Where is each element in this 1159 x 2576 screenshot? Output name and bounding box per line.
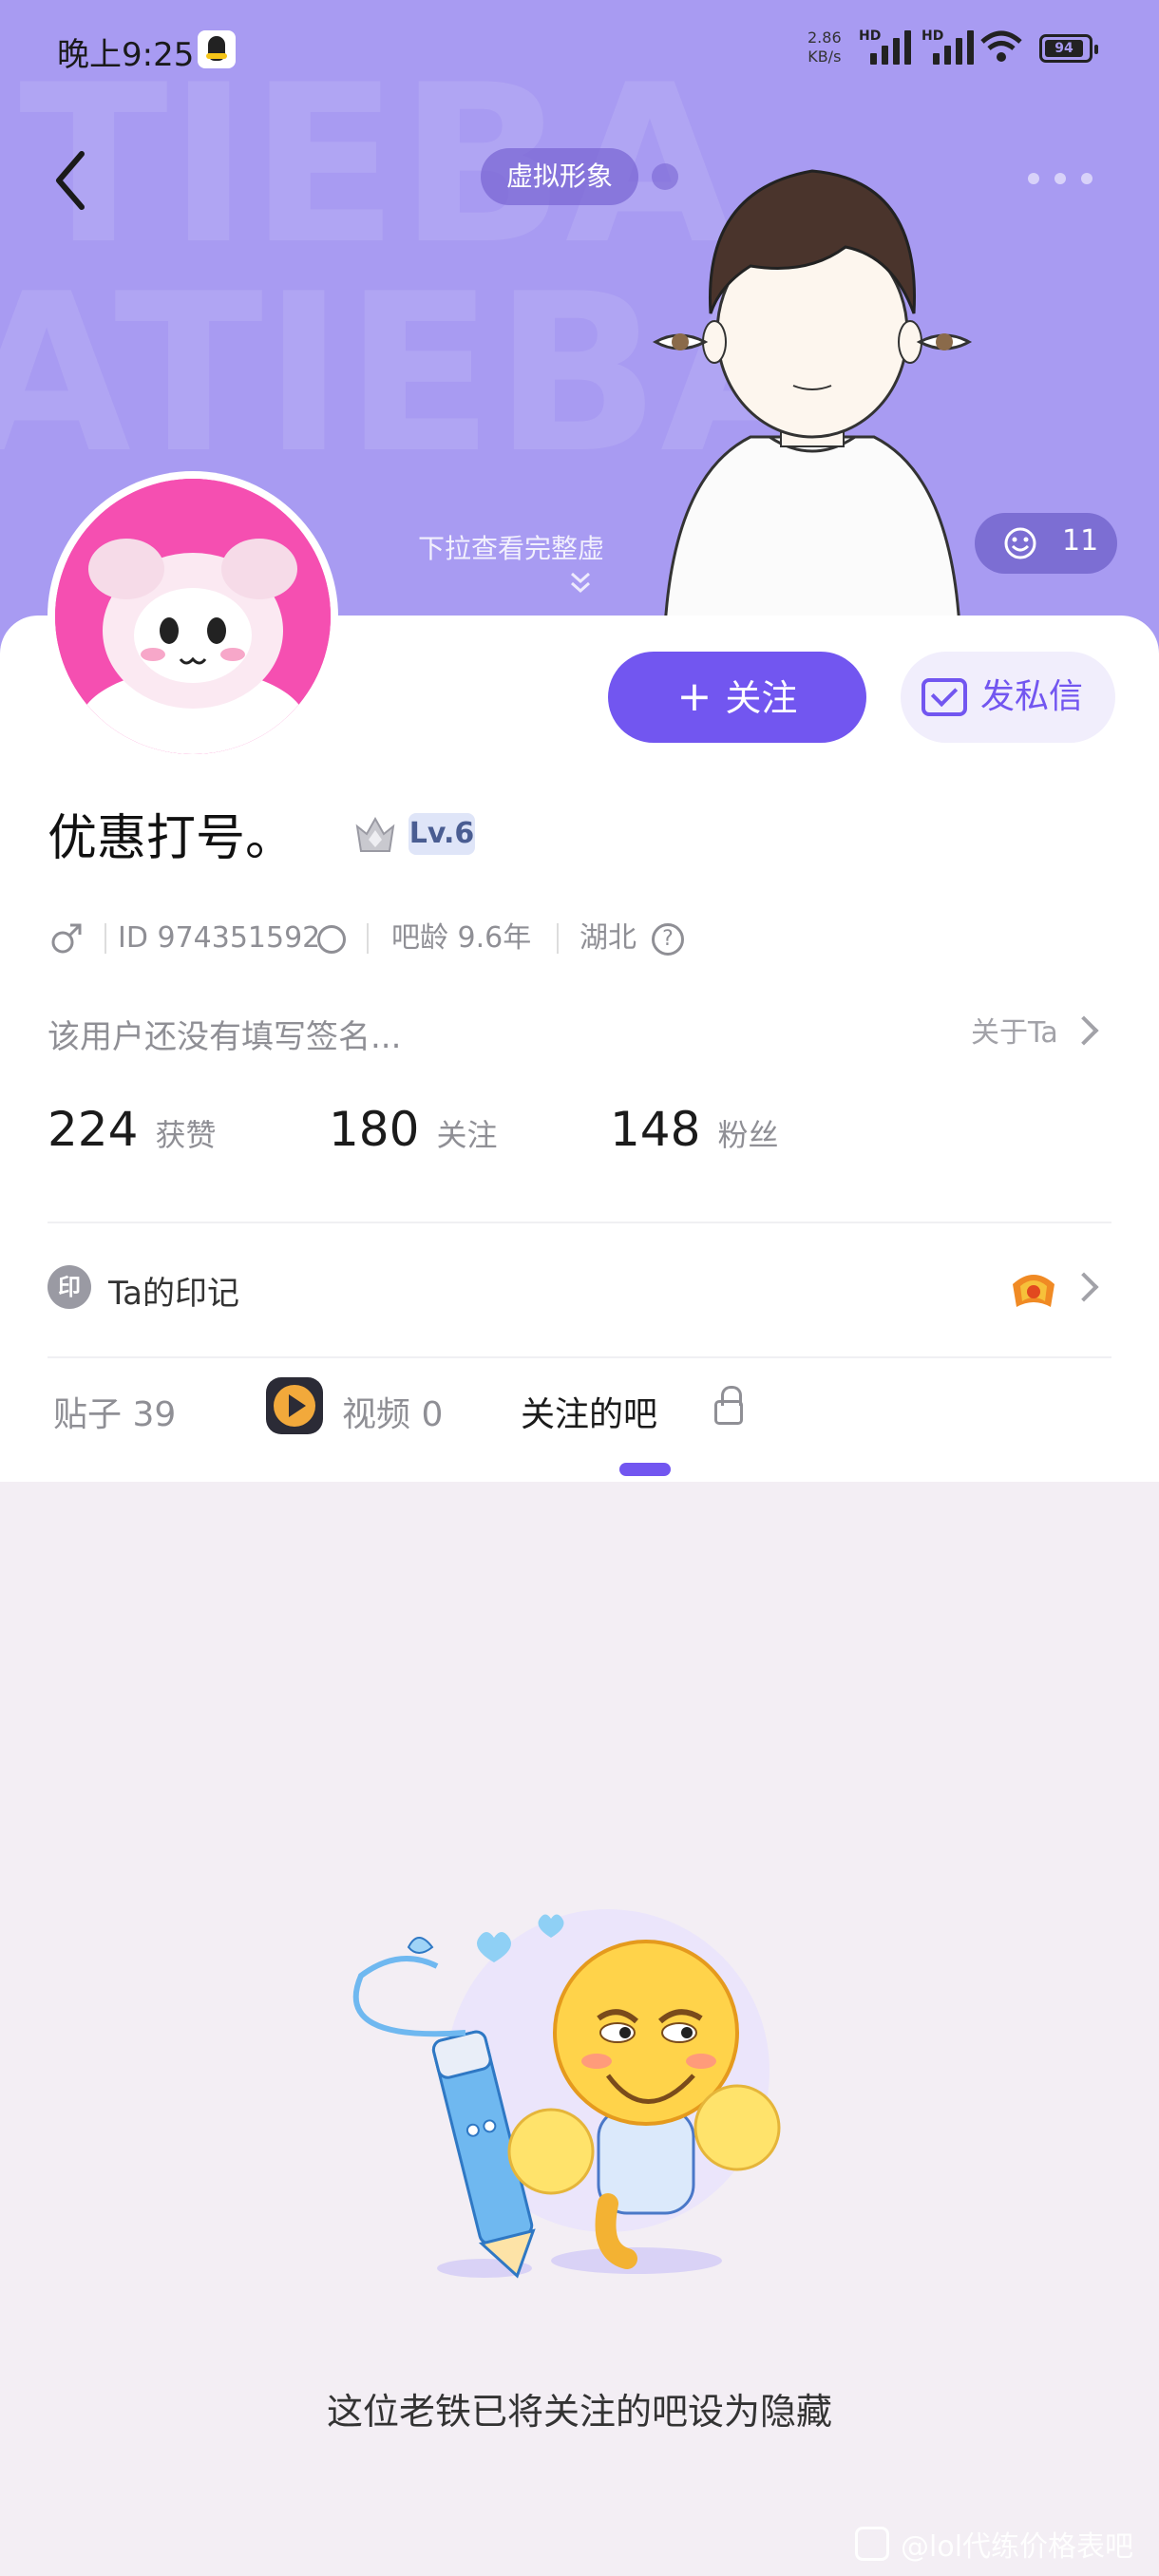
qq-notification-icon <box>198 30 236 68</box>
divider <box>104 923 106 954</box>
tab-bar: 贴子 39 视频 0 关注的吧 <box>0 1377 1159 1482</box>
seal-icon: 印 <box>48 1265 91 1309</box>
battery-icon: 94 <box>1039 34 1098 63</box>
about-label: 关于Ta <box>971 1016 1058 1050</box>
stat-following[interactable]: 180 关注 <box>329 1102 497 1157</box>
empty-state-illustration <box>352 1909 781 2279</box>
smile-icon <box>1004 527 1036 559</box>
stat-label: 获赞 <box>155 1117 217 1153</box>
double-chevron-down-icon <box>571 572 590 594</box>
net-speed-value: 2.86 <box>808 28 842 47</box>
tab-posts[interactable]: 贴子 39 <box>53 1387 176 1436</box>
envelope-icon <box>922 678 967 716</box>
empty-state-message: 这位老铁已将关注的吧设为隐藏 <box>326 2391 832 2433</box>
like-count: 11 <box>1062 524 1099 558</box>
divider <box>367 923 369 954</box>
avatar-like-button[interactable]: 11 <box>975 513 1117 574</box>
avatar-image <box>55 479 331 754</box>
signal-hd-label: HD <box>859 28 882 44</box>
back-icon[interactable] <box>46 142 103 218</box>
location: 湖北 <box>580 921 636 955</box>
network-speed: 2.86 KB/s <box>808 28 842 66</box>
watermark-icon <box>855 2527 889 2561</box>
stat-value: 148 <box>610 1102 701 1157</box>
signal-icon: HD <box>859 28 912 66</box>
signature: 该用户还没有填写签名... <box>48 1018 402 1056</box>
ta-mark-row[interactable]: 印 Ta的印记 <box>48 1260 1112 1316</box>
follow-button[interactable]: + 关注 <box>608 652 866 743</box>
stat-value: 224 <box>48 1102 139 1157</box>
divider <box>48 1222 1112 1223</box>
signal-icon: HD <box>922 28 975 66</box>
battery-level: 94 <box>1054 41 1074 56</box>
divider <box>48 1356 1112 1358</box>
tab-followed-bars[interactable]: 关注的吧 <box>521 1387 657 1436</box>
stat-fans[interactable]: 148 粉丝 <box>610 1102 778 1157</box>
status-time: 晚上9:25 <box>57 36 195 74</box>
tab-videos[interactable]: 视频 0 <box>342 1387 443 1436</box>
mark-label: Ta的印记 <box>108 1275 239 1313</box>
bar-age: 吧龄 9.6年 <box>391 921 532 955</box>
pull-down-hint: 下拉查看完整虚 <box>418 533 605 564</box>
help-icon[interactable]: ? <box>652 923 684 956</box>
plus-icon: + <box>676 672 712 721</box>
wifi-icon <box>980 30 1022 62</box>
chevron-right-icon <box>1069 1272 1099 1302</box>
lock-icon <box>714 1386 743 1425</box>
signal-hd-label: HD <box>922 28 944 44</box>
message-label: 发私信 <box>980 677 1084 716</box>
stat-value: 180 <box>329 1102 420 1157</box>
male-gender-icon <box>51 923 82 954</box>
level-badge[interactable]: Lv.6 <box>408 813 475 855</box>
more-options-icon[interactable] <box>1028 167 1096 190</box>
about-link[interactable]: 关于Ta <box>971 1009 1058 1051</box>
watermark: @lol代练价格表吧 <box>901 2530 1134 2564</box>
username: 优惠打号。 <box>48 810 295 867</box>
crown-badge-icon[interactable] <box>353 813 397 857</box>
stat-label: 关注 <box>436 1117 498 1153</box>
user-id: ID 974351592 <box>118 921 321 955</box>
virtual-avatar-character[interactable] <box>608 152 1016 627</box>
net-speed-unit: KB/s <box>808 47 842 66</box>
avatar[interactable] <box>48 471 338 762</box>
divider <box>557 923 559 954</box>
video-play-icon <box>266 1377 323 1434</box>
stat-label: 粉丝 <box>717 1117 779 1153</box>
active-tab-indicator <box>619 1463 671 1476</box>
send-message-button[interactable]: 发私信 <box>901 652 1115 743</box>
game-badge-icon <box>1013 1275 1054 1307</box>
stat-likes[interactable]: 224 获赞 <box>48 1102 216 1157</box>
follow-label: 关注 <box>725 677 798 719</box>
status-bar: 晚上9:25 2.86 KB/s HD HD 94 <box>0 0 1159 104</box>
copy-id-icon[interactable] <box>317 925 346 954</box>
